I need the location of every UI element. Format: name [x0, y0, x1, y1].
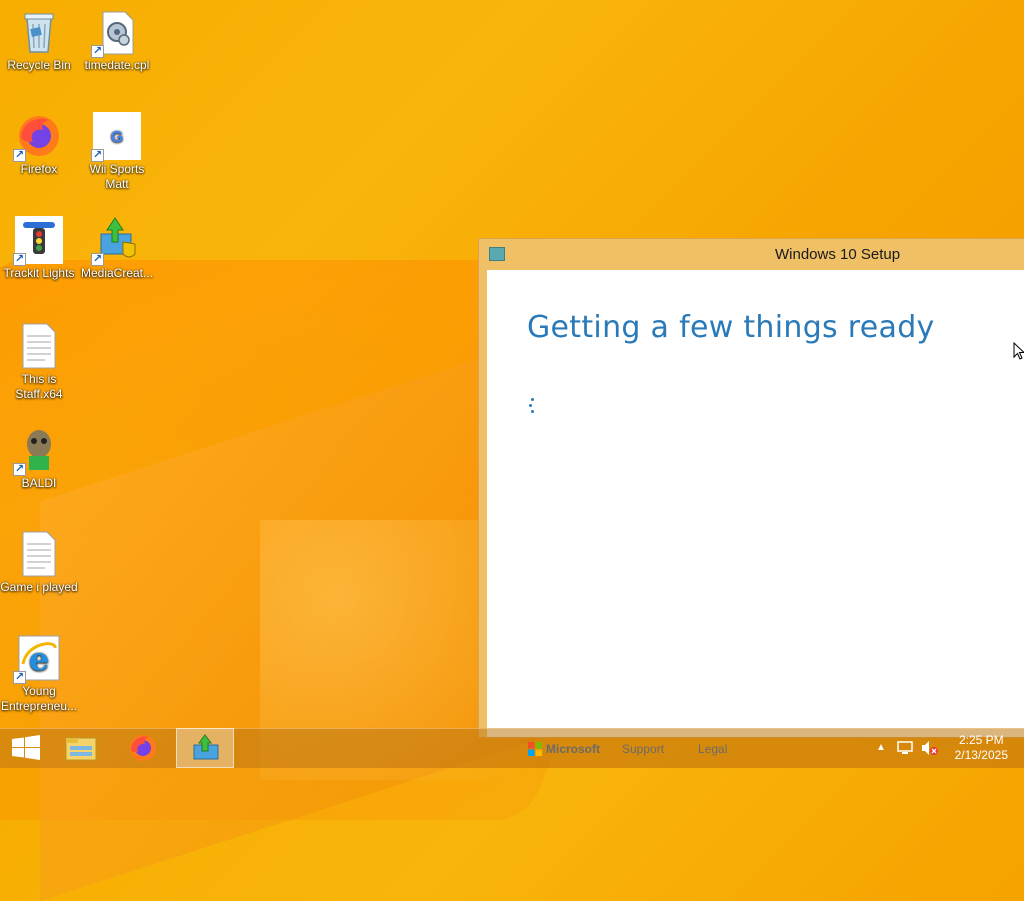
desktop-icon-label: Recycle Bin [7, 58, 71, 72]
shortcut-arrow-icon: ↗ [91, 45, 104, 58]
desktop-icon-label: Firefox [20, 162, 58, 176]
desktop-icon-label: Trackit Lights [3, 266, 75, 280]
desktop-icon-recycle-bin[interactable]: Recycle Bin [0, 8, 78, 73]
firefox-icon [130, 735, 156, 761]
mouse-cursor-icon [1013, 341, 1024, 366]
desktop-icon-label: BALDI [21, 476, 57, 490]
setup-app-icon [489, 247, 505, 261]
desktop-icon-timedate[interactable]: ↗ timedate.cpl [78, 8, 156, 73]
system-clock[interactable]: 2:25 PM 2/13/2025 [955, 733, 1008, 763]
shortcut-arrow-icon: ↗ [13, 671, 26, 684]
svg-text:G: G [111, 129, 123, 146]
wallpaper-shape [40, 338, 540, 901]
taskbar-firefox[interactable] [114, 728, 172, 768]
internet-explorer-icon: e ↗ [13, 634, 63, 684]
shortcut-arrow-icon: ↗ [91, 253, 104, 266]
desktop-icon-label: Young Entrepreneu... [0, 684, 78, 713]
clock-time: 2:25 PM [958, 733, 1004, 747]
desktop-icon-young-entrepreneur[interactable]: e ↗ Young Entrepreneu... [0, 634, 78, 714]
desktop-icon-wii-sports[interactable]: G ↗ Wii Sports Matt [78, 112, 156, 192]
support-link[interactable]: Support [622, 742, 664, 756]
control-panel-file-icon: ↗ [91, 8, 141, 58]
chevron-up-icon[interactable]: ▲ [876, 742, 886, 753]
desktop-icon-label: This is Staff.x64 [15, 372, 63, 401]
shortcut-arrow-icon: ↗ [91, 149, 104, 162]
setup-window[interactable]: Windows 10 Setup Getting a few things re… [478, 238, 1024, 738]
volume-muted-icon[interactable] [921, 740, 939, 759]
recycle-bin-icon [15, 8, 63, 56]
microsoft-brand: Microsoft [546, 742, 600, 756]
google-icon: G ↗ [91, 112, 141, 162]
desktop-icon-this-is-staff[interactable]: This is Staff.x64 [0, 322, 78, 402]
file-explorer-icon [65, 737, 97, 761]
shortcut-arrow-icon: ↗ [13, 463, 26, 476]
network-icon[interactable] [897, 740, 913, 759]
taskbar: Microsoft Support Legal ▲ 2:25 PM 2/13/2… [0, 728, 1024, 768]
text-file-icon [15, 322, 63, 370]
taskbar-media-creation-tool[interactable] [176, 728, 234, 768]
setup-heading: Getting a few things ready [527, 310, 935, 345]
start-button[interactable] [0, 728, 58, 768]
traffic-light-icon: ↗ [13, 216, 63, 266]
clock-date: 2/13/2025 [954, 748, 1008, 762]
loading-spinner-icon [527, 398, 535, 418]
desktop-icon-trackit-lights[interactable]: ↗ Trackit Lights [0, 216, 78, 281]
desktop-icon-label: MediaCreat... [80, 266, 154, 280]
desktop-icon-label: timedate.cpl [84, 58, 150, 72]
desktop-icon-baldi[interactable]: ↗ BALDI [0, 426, 78, 491]
desktop-icon-game-i-played[interactable]: Game i played [0, 530, 78, 595]
taskbar-file-explorer[interactable] [52, 728, 110, 768]
start-icon [12, 735, 40, 760]
setup-content: Getting a few things ready [487, 270, 1024, 737]
media-creation-tool-icon: ↗ [91, 216, 141, 266]
desktop-icon-label: Wii Sports Matt [89, 162, 145, 191]
setup-title-bar[interactable]: Windows 10 Setup [479, 239, 1024, 269]
firefox-icon: ↗ [13, 112, 63, 162]
desktop-icon-media-creation[interactable]: ↗ MediaCreat... [78, 216, 156, 281]
microsoft-logo-icon [528, 742, 542, 756]
shortcut-arrow-icon: ↗ [13, 149, 26, 162]
desktop-icon-firefox[interactable]: ↗ Firefox [0, 112, 78, 177]
desktop-icon-label: Game i played [0, 580, 78, 594]
window-title: Windows 10 Setup [775, 246, 901, 263]
media-creation-tool-icon [193, 734, 219, 760]
text-file-icon [15, 530, 63, 578]
baldi-icon: ↗ [13, 426, 63, 476]
shortcut-arrow-icon: ↗ [13, 253, 26, 266]
legal-link[interactable]: Legal [698, 742, 727, 756]
